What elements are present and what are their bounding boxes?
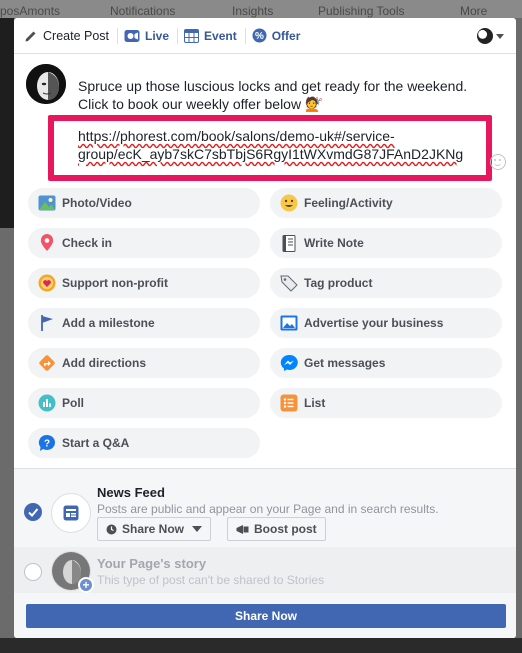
page-avatar <box>26 64 66 104</box>
tag-product-icon <box>279 273 299 293</box>
action-label: Check in <box>62 236 113 250</box>
svg-text:?: ? <box>44 439 50 450</box>
action-advertise-business[interactable]: Advertise your business <box>270 308 502 338</box>
background-page-nav: posAmonts Notifications Insights Publish… <box>0 0 522 18</box>
photo-video-icon <box>37 193 57 213</box>
action-start-qa[interactable]: ? Start a Q&A <box>28 428 260 458</box>
pencil-icon <box>24 29 38 43</box>
poll-icon <box>37 393 57 413</box>
calendar-icon <box>184 28 200 43</box>
background-page-image <box>0 18 14 228</box>
write-note-icon <box>279 233 299 253</box>
bg-nav-item: Insights <box>232 4 274 18</box>
action-label: Write Note <box>304 236 364 250</box>
page-story-title: Your Page's story <box>97 556 207 571</box>
add-story-icon: + <box>78 577 94 593</box>
feeling-icon <box>279 193 299 213</box>
post-text[interactable]: Spruce up those luscious locks and get r… <box>78 77 478 113</box>
bg-nav-item: More <box>460 4 488 18</box>
bg-nav-item: posAmonts <box>0 4 61 18</box>
tab-divider <box>177 27 179 44</box>
tab-event-label: Event <box>204 28 237 43</box>
action-label: Photo/Video <box>62 196 132 210</box>
tab-live[interactable]: Live <box>124 18 175 54</box>
page-story-avatar: + <box>51 551 94 593</box>
live-video-icon <box>124 29 140 43</box>
share-now-dropdown[interactable]: Share Now <box>97 517 212 541</box>
link-highlight-box <box>48 115 492 181</box>
share-now-label: Share Now <box>122 522 185 536</box>
action-label: Poll <box>62 396 85 410</box>
tab-create-post-label: Create Post <box>43 28 110 43</box>
clock-icon <box>106 524 117 535</box>
boost-icon <box>236 524 249 535</box>
emoji-icon[interactable] <box>490 154 506 170</box>
action-tag-product[interactable]: Tag product <box>270 268 502 298</box>
news-feed-title: News Feed <box>97 485 165 500</box>
milestone-icon <box>37 313 57 333</box>
action-get-messages[interactable]: Get messages <box>270 348 502 378</box>
boost-post-button[interactable]: Boost post <box>227 517 326 541</box>
chevron-down-icon <box>192 526 203 532</box>
advertise-icon <box>279 313 299 333</box>
tab-offer-label: Offer <box>271 28 301 43</box>
background-page-footer <box>0 638 522 653</box>
bg-nav-item: Publishing Tools <box>318 4 405 18</box>
news-feed-icon <box>51 493 91 533</box>
tab-event[interactable]: Event <box>184 18 243 54</box>
svg-text:%: % <box>255 31 264 42</box>
support-nonprofit-icon <box>37 273 57 293</box>
news-feed-checkbox[interactable] <box>24 503 42 521</box>
action-label: Start a Q&A <box>62 436 130 450</box>
page-avatar <box>477 28 493 44</box>
tab-divider <box>117 27 119 44</box>
action-poll[interactable]: Poll <box>28 388 260 418</box>
action-label: Advertise your business <box>304 316 444 330</box>
news-feed-description: Posts are public and appear on your Page… <box>97 502 439 516</box>
action-label: Tag product <box>304 276 373 290</box>
action-label: Add directions <box>62 356 147 370</box>
composer-tabs: Create Post Live Event % Offer <box>14 18 516 54</box>
tab-create-post[interactable]: Create Post <box>24 18 115 54</box>
page-story-checkbox <box>24 563 42 581</box>
offer-badge-icon: % <box>252 28 267 43</box>
chevron-down-icon <box>496 33 504 39</box>
tab-live-label: Live <box>145 28 170 43</box>
page-story-description: This type of post can't be shared to Sto… <box>97 573 325 587</box>
action-check-in[interactable]: Check in <box>28 228 260 258</box>
share-now-button[interactable]: Share Now <box>26 604 506 628</box>
tab-offer[interactable]: % Offer <box>252 18 307 54</box>
create-post-dialog: Create Post Live Event % Offer Spruce up… <box>14 18 516 638</box>
action-add-directions[interactable]: Add directions <box>28 348 260 378</box>
boost-post-label: Boost post <box>254 522 317 536</box>
tab-divider <box>244 27 246 44</box>
action-list[interactable]: List <box>270 388 502 418</box>
action-label: List <box>304 396 326 410</box>
qa-icon: ? <box>37 433 57 453</box>
action-feeling-activity[interactable]: Feeling/Activity <box>270 188 502 218</box>
action-label: Get messages <box>304 356 386 370</box>
action-label: Feeling/Activity <box>304 196 393 210</box>
action-photo-video[interactable]: Photo/Video <box>28 188 260 218</box>
action-label: Support non-profit <box>62 276 168 290</box>
list-icon <box>279 393 299 413</box>
posting-as-selector[interactable] <box>477 28 504 44</box>
action-write-note[interactable]: Write Note <box>270 228 502 258</box>
action-support-nonprofit[interactable]: Support non-profit <box>28 268 260 298</box>
action-label: Add a milestone <box>62 316 155 330</box>
directions-icon <box>37 353 57 373</box>
action-add-milestone[interactable]: Add a milestone <box>28 308 260 338</box>
check-in-icon <box>37 233 57 253</box>
bg-nav-item: Notifications <box>110 4 176 18</box>
messenger-icon <box>279 353 299 373</box>
